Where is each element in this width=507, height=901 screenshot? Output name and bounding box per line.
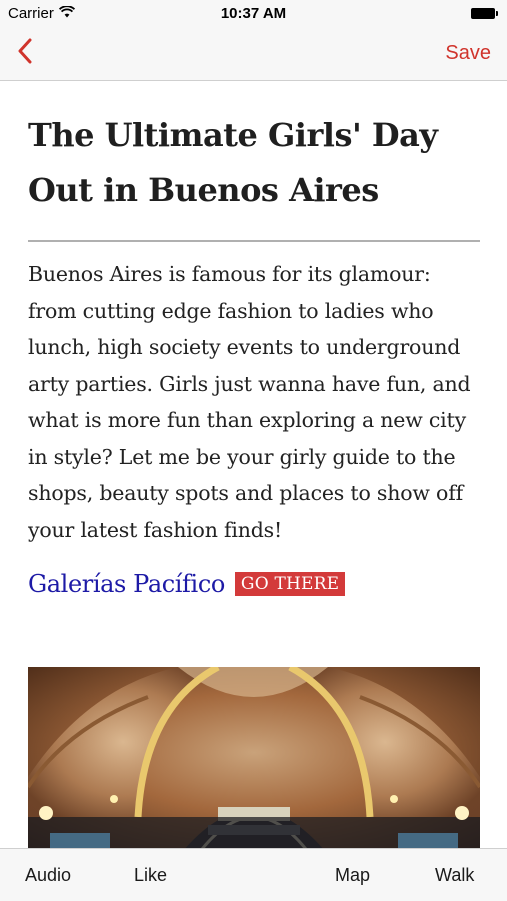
chevron-left-icon xyxy=(17,38,33,69)
place-link[interactable]: Galerías Pacífico xyxy=(28,570,225,598)
place-header: Galerías Pacífico GO THERE xyxy=(28,570,480,598)
status-bar: Carrier 10:37 AM xyxy=(0,0,507,27)
save-button[interactable]: Save xyxy=(445,42,491,65)
title-divider xyxy=(28,240,480,242)
article-content: The Ultimate Girls' Day Out in Buenos Ai… xyxy=(28,80,480,848)
place-photo xyxy=(28,667,480,848)
article-intro: Buenos Aires is famous for its glamour: … xyxy=(28,262,471,542)
page-title: The Ultimate Girls' Day Out in Buenos Ai… xyxy=(28,116,438,209)
tab-walk[interactable]: Walk xyxy=(435,865,474,886)
back-button[interactable] xyxy=(10,37,40,69)
tab-like[interactable]: Like xyxy=(134,865,167,886)
battery-icon xyxy=(471,8,498,19)
go-there-button[interactable]: GO THERE xyxy=(234,572,346,596)
tab-map[interactable]: Map xyxy=(335,865,370,886)
status-time: 10:37 AM xyxy=(220,5,287,22)
nav-bar: Save xyxy=(0,27,507,81)
tab-bar: Audio Like Map Walk xyxy=(0,848,507,901)
tab-audio[interactable]: Audio xyxy=(25,865,71,886)
